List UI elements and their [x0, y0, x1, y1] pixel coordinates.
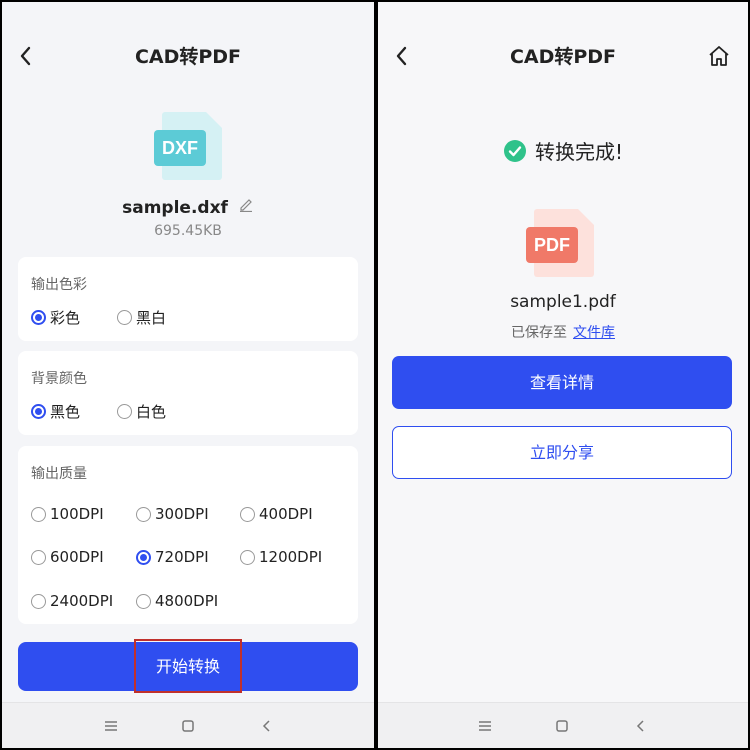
file-name-row: sample.dxf [2, 196, 374, 218]
dxf-file-icon: DXF [154, 112, 224, 184]
start-conversion-button[interactable]: 开始转换 [18, 642, 358, 691]
top-bar: CAD转PDF [378, 2, 748, 106]
radio-400dpi[interactable]: 400DPI [240, 505, 313, 523]
menu-icon[interactable] [474, 715, 496, 737]
back-triangle-icon[interactable] [630, 715, 652, 737]
radio-1200dpi[interactable]: 1200DPI [240, 548, 322, 566]
radio-600dpi[interactable]: 600DPI [31, 548, 104, 566]
radio-720dpi[interactable]: 720DPI [136, 548, 209, 566]
page-title: CAD转PDF [509, 46, 617, 68]
radio-unselected-icon [117, 310, 132, 325]
output-color-card: 输出色彩 彩色 黑白 [18, 257, 358, 341]
output-quality-label: 输出质量 [31, 466, 87, 482]
background-color-label: 背景颜色 [31, 371, 87, 387]
radio-selected-icon [31, 404, 46, 419]
back-triangle-icon[interactable] [256, 715, 278, 737]
view-details-button[interactable]: 查看详情 [392, 356, 732, 409]
check-circle-icon [503, 139, 526, 162]
file-name: sample1.pdf [510, 292, 616, 312]
radio-unselected-icon [117, 404, 132, 419]
home-square-icon[interactable] [551, 715, 573, 737]
edit-pencil-icon[interactable] [238, 196, 254, 213]
system-nav-bar [2, 702, 374, 748]
file-library-link[interactable]: 文件库 [573, 325, 615, 341]
radio-white[interactable]: 白色 [117, 401, 166, 422]
background-color-card: 背景颜色 黑色 白色 [18, 351, 358, 435]
saved-location: 已保存至 文件库 [511, 325, 615, 341]
status-row: 转换完成! [378, 136, 748, 165]
system-nav-bar [378, 702, 748, 748]
file-type-label: PDF [526, 227, 578, 263]
top-bar: CAD转PDF [2, 2, 374, 106]
radio-300dpi[interactable]: 300DPI [136, 505, 209, 523]
status-text: 转换完成! [534, 140, 624, 164]
share-now-button[interactable]: 立即分享 [392, 426, 732, 479]
home-square-icon[interactable] [177, 715, 199, 737]
file-type-label: DXF [154, 130, 206, 166]
pdf-file-icon: PDF [526, 209, 596, 281]
radio-black-white[interactable]: 黑白 [117, 307, 166, 328]
menu-icon[interactable] [100, 715, 122, 737]
radio-100dpi[interactable]: 100DPI [31, 505, 104, 523]
file-size: 695.45KB [154, 223, 222, 239]
output-quality-card: 输出质量 100DPI 300DPI 400DPI 600DPI 720DPI … [18, 446, 358, 624]
home-icon[interactable] [706, 43, 732, 69]
page-title: CAD转PDF [134, 46, 242, 68]
radio-color[interactable]: 彩色 [31, 307, 80, 328]
file-name: sample.dxf [122, 198, 228, 218]
output-color-label: 输出色彩 [31, 277, 87, 293]
conversion-settings-screen: CAD转PDF DXF sample.dxf 695.45KB 输出色彩 彩色 … [2, 2, 374, 748]
radio-selected-icon [31, 310, 46, 325]
radio-2400dpi[interactable]: 2400DPI [31, 592, 113, 610]
radio-4800dpi[interactable]: 4800DPI [136, 592, 218, 610]
radio-black[interactable]: 黑色 [31, 401, 80, 422]
conversion-complete-screen: CAD转PDF 转换完成! PDF sample1.pdf 已保存至 文件库 查看… [378, 2, 748, 748]
